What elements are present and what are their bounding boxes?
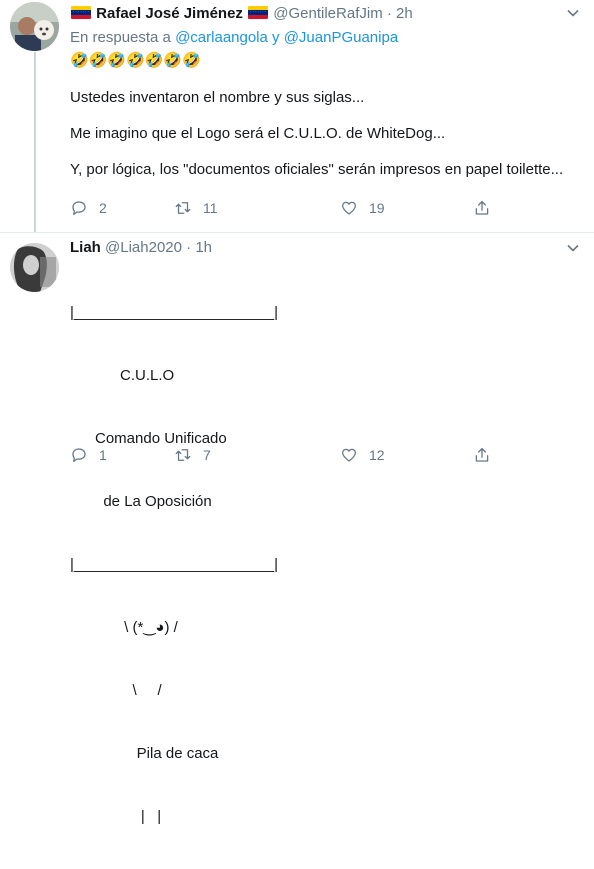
venezuela-flag-icon: · · · · · · · — [71, 6, 91, 19]
like-icon — [341, 448, 357, 462]
user-handle[interactable]: @Liah2020 — [105, 239, 182, 256]
venezuela-flag-icon: · · · · · · · — [248, 6, 269, 19]
tweet-header: · · · · · · · Rafael José Jiménez · · · … — [70, 4, 574, 24]
timestamp[interactable]: 2h — [396, 5, 413, 22]
avatar[interactable] — [10, 2, 59, 51]
ascii-line: de La Oposición — [70, 493, 212, 510]
display-name[interactable]: Rafael José Jiménez — [96, 5, 243, 22]
ascii-line: \ / — [70, 682, 162, 699]
reply-prefix: En respuesta a — [70, 29, 171, 46]
separator-dot: · — [386, 5, 392, 22]
retweet-icon — [175, 449, 191, 461]
tweet-paragraph: Me imagino que el Logo será el C.U.L.O. … — [70, 125, 446, 142]
ascii-line: C.U.L.O — [70, 367, 175, 384]
like-icon — [341, 201, 357, 215]
tweet[interactable]: · · · · · · · Rafael José Jiménez · · · … — [0, 0, 594, 233]
emoji-row: 🤣🤣🤣🤣🤣🤣🤣 — [70, 52, 201, 69]
reply-button[interactable]: 2 — [70, 198, 107, 218]
tweet-actions: 1 7 12 — [70, 445, 500, 465]
separator-dot: · — [186, 239, 192, 256]
like-count: 19 — [369, 200, 385, 216]
ascii-line: |________________________| — [70, 304, 279, 321]
caret-down-icon[interactable] — [566, 241, 580, 255]
retweet-button[interactable]: 7 — [174, 445, 211, 465]
ascii-line: Pila de caca — [70, 745, 219, 762]
share-button[interactable] — [473, 198, 491, 218]
retweet-count: 7 — [203, 447, 211, 463]
like-count: 12 — [369, 447, 385, 463]
retweet-icon — [175, 202, 191, 214]
share-icon — [475, 200, 489, 215]
like-button[interactable]: 12 — [340, 445, 385, 465]
like-button[interactable]: 19 — [340, 198, 385, 218]
avatar[interactable] — [10, 243, 59, 292]
ascii-line: | | — [70, 808, 162, 825]
tweet[interactable]: Liah @Liah2020 · 1h |___________________… — [0, 233, 594, 825]
reply-button[interactable]: 1 — [70, 445, 107, 465]
retweet-count: 11 — [203, 200, 218, 216]
ascii-line: \ (*‿◕) / — [70, 619, 178, 636]
reply-count: 2 — [99, 200, 107, 216]
display-name[interactable]: Liah — [70, 239, 101, 256]
tweet-header: Liah @Liah2020 · 1h — [70, 238, 574, 258]
tweet-paragraph: Ustedes inventaron el nombre y sus sigla… — [70, 89, 365, 106]
tweet-actions: 2 11 19 — [70, 198, 500, 218]
share-button[interactable] — [473, 445, 491, 465]
timestamp[interactable]: 1h — [195, 239, 212, 256]
retweet-button[interactable]: 11 — [174, 198, 218, 218]
reply-mentions[interactable]: @carlaangola y @JuanPGuanipa — [175, 29, 398, 46]
reply-count: 1 — [99, 447, 107, 463]
thread-line — [34, 52, 36, 232]
caret-down-icon[interactable] — [566, 6, 580, 20]
tweet-text: Ustedes inventaron el nombre y sus sigla… — [70, 88, 574, 180]
reply-icon — [72, 448, 86, 463]
share-icon — [475, 447, 489, 462]
tweet-paragraph: Y, por lógica, los "documentos oficiales… — [70, 161, 564, 178]
user-handle[interactable]: @GentileRafJim — [273, 5, 382, 22]
reply-context: En respuesta a @carlaangola y @JuanPGuan… — [70, 28, 574, 48]
ascii-line: |________________________| — [70, 556, 279, 573]
tweet-text: |________________________| C.U.L.O Coman… — [70, 260, 574, 869]
reply-icon — [72, 201, 86, 216]
